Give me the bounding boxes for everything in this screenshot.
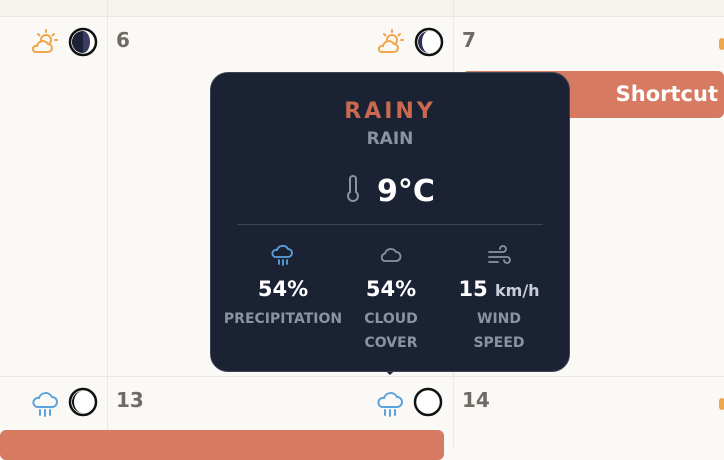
cloud-icon (378, 243, 404, 267)
grid-line (107, 0, 108, 448)
week-header-strip (0, 0, 724, 16)
weather-condition: RAINY (344, 99, 436, 124)
moon-phase-icon[interactable] (414, 27, 444, 61)
moon-phase-icon[interactable] (68, 387, 98, 421)
partly-sunny-icon[interactable] (376, 28, 406, 62)
partly-sunny-icon[interactable] (719, 398, 724, 410)
event-title: Shortcut (615, 82, 718, 106)
temperature-value: 9°C (377, 173, 435, 209)
weather-subtitle: RAIN (366, 129, 414, 149)
stat-label: PRECIPITATION (223, 311, 343, 327)
event-bar[interactable] (0, 430, 444, 460)
stat-label: CLOUD COVER (364, 311, 418, 351)
precipitation-stat: 54% PRECIPITATION (223, 243, 343, 331)
day-number[interactable]: 6 (116, 28, 130, 52)
wind-icon (486, 243, 512, 267)
stat-label: WIND SPEED (473, 311, 525, 351)
rain-cloud-icon[interactable] (30, 388, 60, 422)
day-number[interactable]: 7 (462, 28, 476, 52)
partly-sunny-icon[interactable] (30, 28, 60, 62)
stat-value: 54% (365, 277, 417, 301)
grid-line (0, 16, 724, 17)
day-number[interactable]: 13 (116, 388, 144, 412)
thermometer-icon (345, 174, 361, 208)
moon-phase-icon[interactable] (413, 387, 443, 421)
moon-phase-icon[interactable] (68, 27, 98, 61)
wind-speed-stat: 15 km/h WIND SPEED (439, 243, 559, 355)
stat-unit: km/h (495, 281, 540, 300)
grid-line (0, 376, 724, 377)
rain-cloud-icon[interactable] (375, 388, 405, 422)
partly-sunny-icon[interactable] (719, 38, 724, 50)
temperature-row: 9°C (211, 171, 569, 211)
weather-tooltip: RAINY RAIN 9°C 54% PRECIPITATION 54% CLO… (210, 72, 570, 372)
rain-cloud-icon (270, 243, 296, 267)
day-number[interactable]: 14 (462, 388, 490, 412)
cloud-cover-stat: 54% CLOUD COVER (331, 243, 451, 355)
stat-value: 15 (458, 277, 488, 301)
tooltip-divider (237, 224, 543, 225)
stat-value: 54% (257, 277, 309, 301)
